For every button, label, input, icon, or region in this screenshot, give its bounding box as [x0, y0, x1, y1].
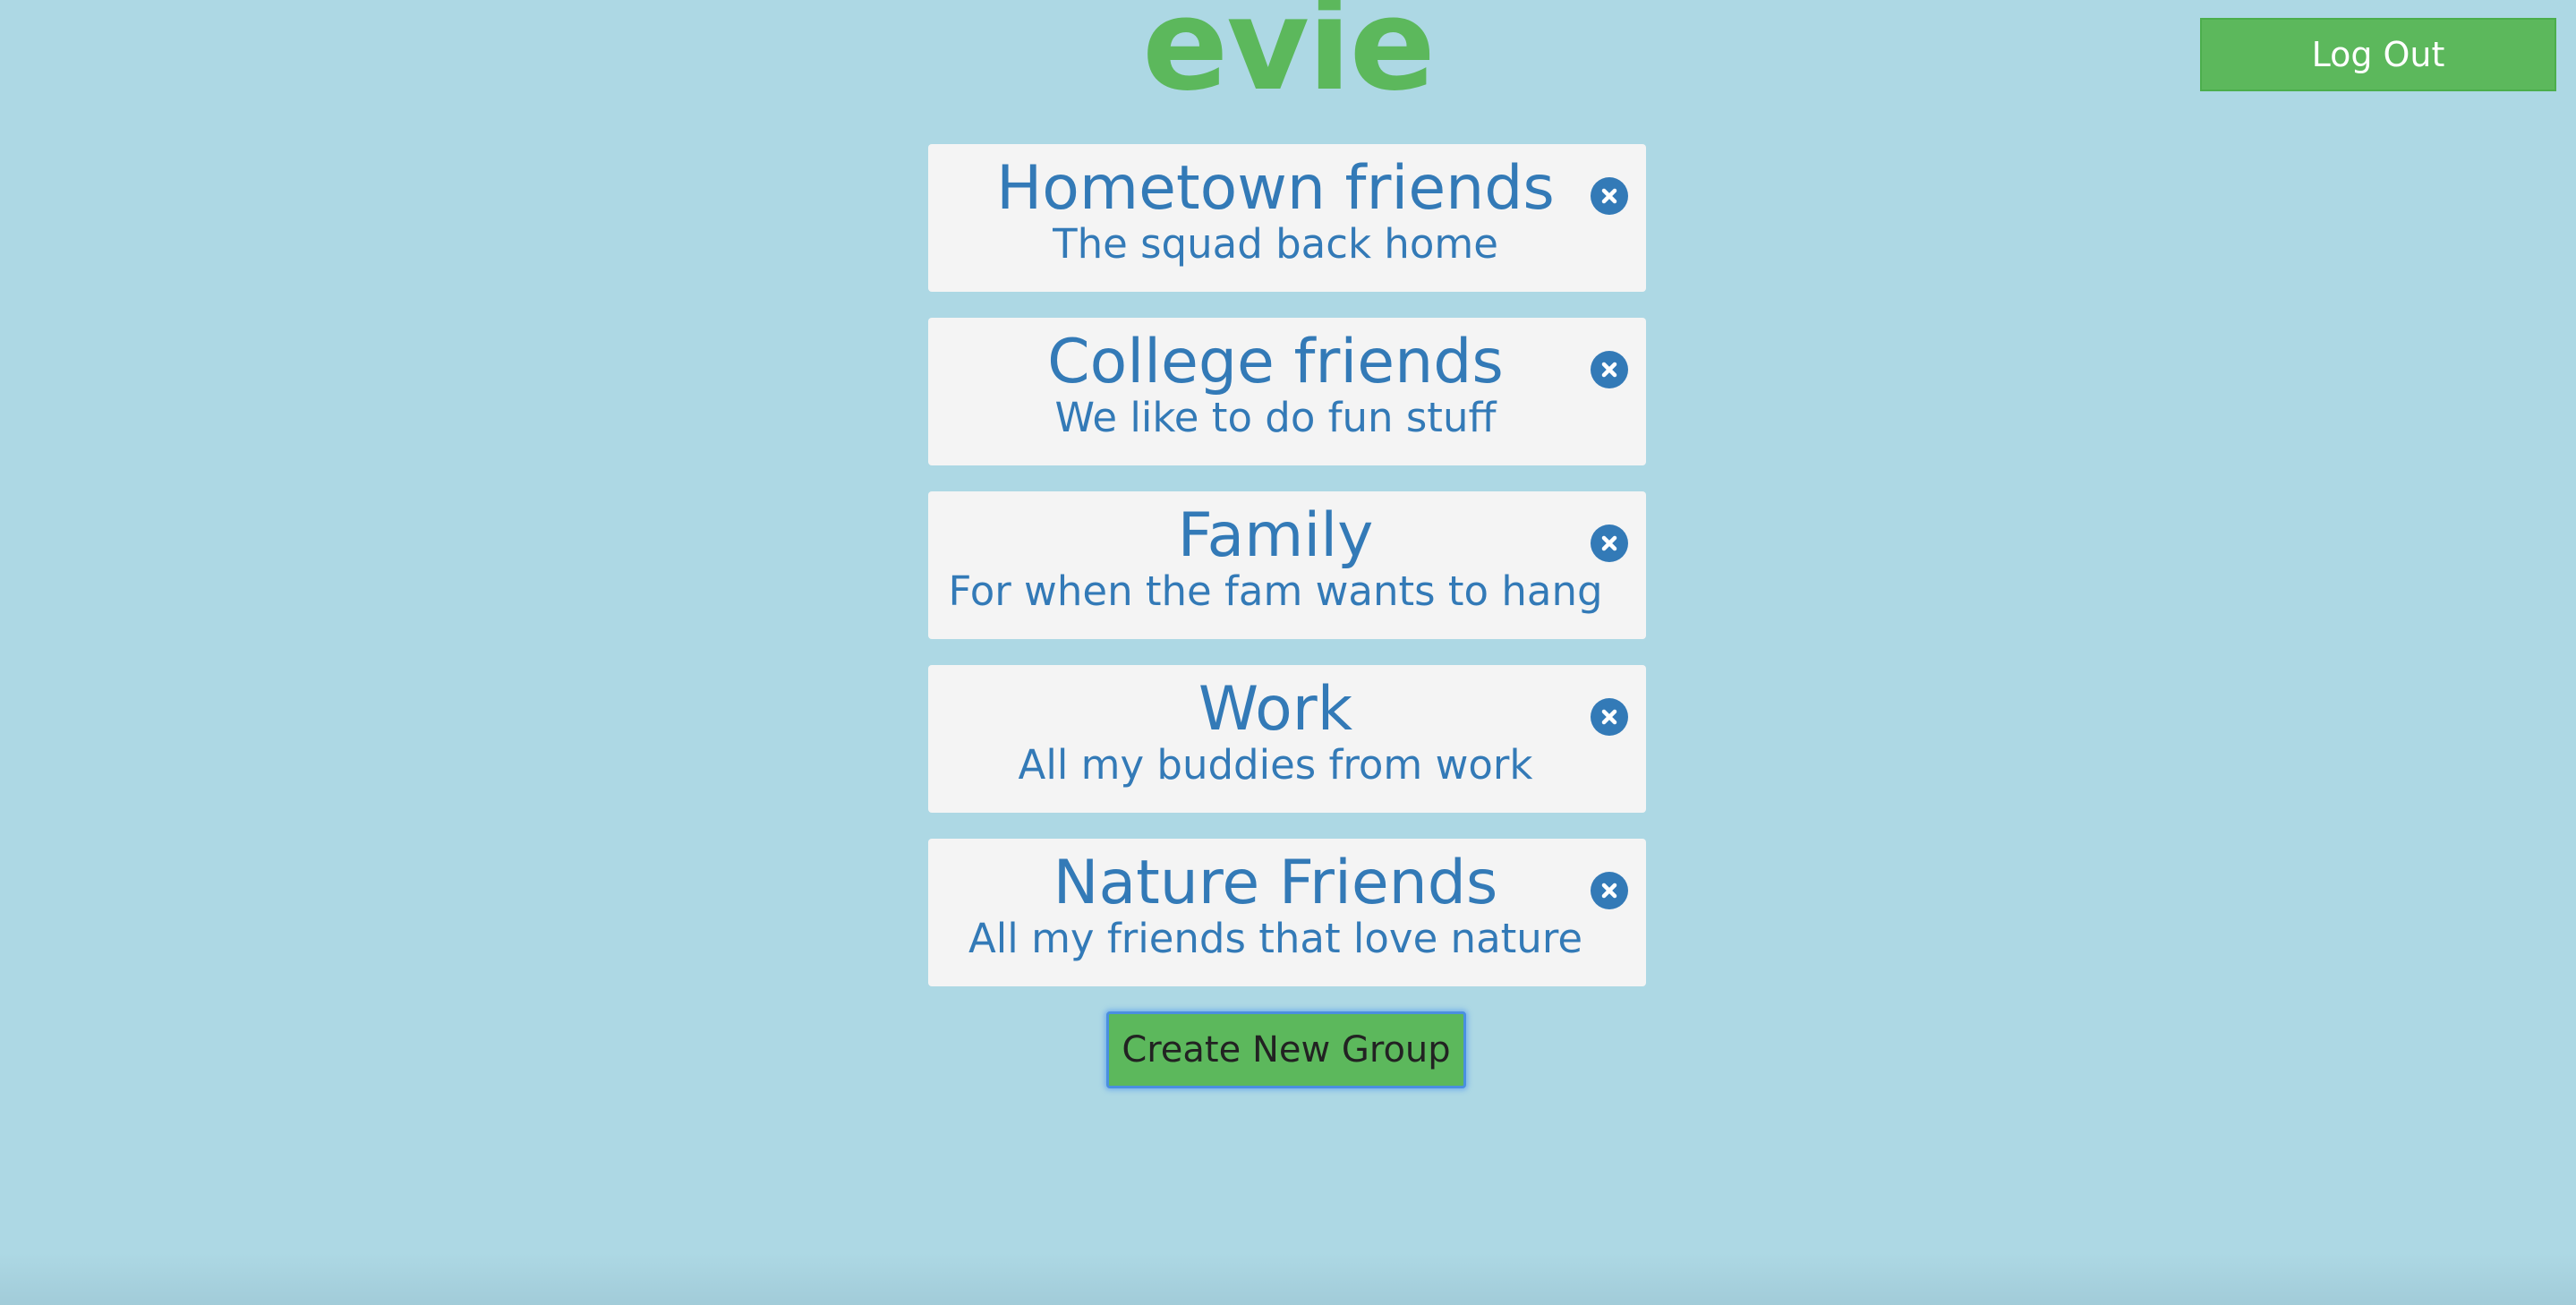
group-name: Nature Friends [1053, 848, 1498, 918]
create-group-button[interactable]: Create New Group [1106, 1011, 1466, 1088]
remove-circle-icon[interactable] [1591, 698, 1628, 736]
bottom-shadow [0, 1253, 2576, 1305]
logout-button[interactable]: Log Out [2200, 18, 2556, 91]
group-card[interactable]: College friends We like to do fun stuff [928, 318, 1646, 465]
group-card[interactable]: Hometown friends The squad back home [928, 144, 1646, 292]
group-name: Family [1177, 500, 1374, 571]
group-description: All my friends that love nature [968, 915, 1583, 962]
remove-circle-icon[interactable] [1591, 525, 1628, 562]
group-description: We like to do fun stuff [1054, 394, 1497, 441]
group-list: Hometown friends The squad back home Col… [928, 144, 1646, 1012]
group-card[interactable]: Nature Friends All my friends that love … [928, 839, 1646, 986]
group-description: All my buddies from work [1018, 741, 1533, 789]
remove-circle-icon[interactable] [1591, 177, 1628, 215]
group-card[interactable]: Family For when the fam wants to hang [928, 491, 1646, 639]
group-description: The squad back home [1053, 220, 1498, 268]
group-name: Hometown friends [996, 153, 1555, 224]
group-name: College friends [1047, 327, 1504, 397]
remove-circle-icon[interactable] [1591, 351, 1628, 388]
remove-circle-icon[interactable] [1591, 872, 1628, 909]
group-name: Work [1198, 674, 1353, 745]
group-description: For when the fam wants to hang [948, 567, 1603, 615]
group-card[interactable]: Work All my buddies from work [928, 665, 1646, 813]
app-logo: evie [1142, 0, 1436, 119]
